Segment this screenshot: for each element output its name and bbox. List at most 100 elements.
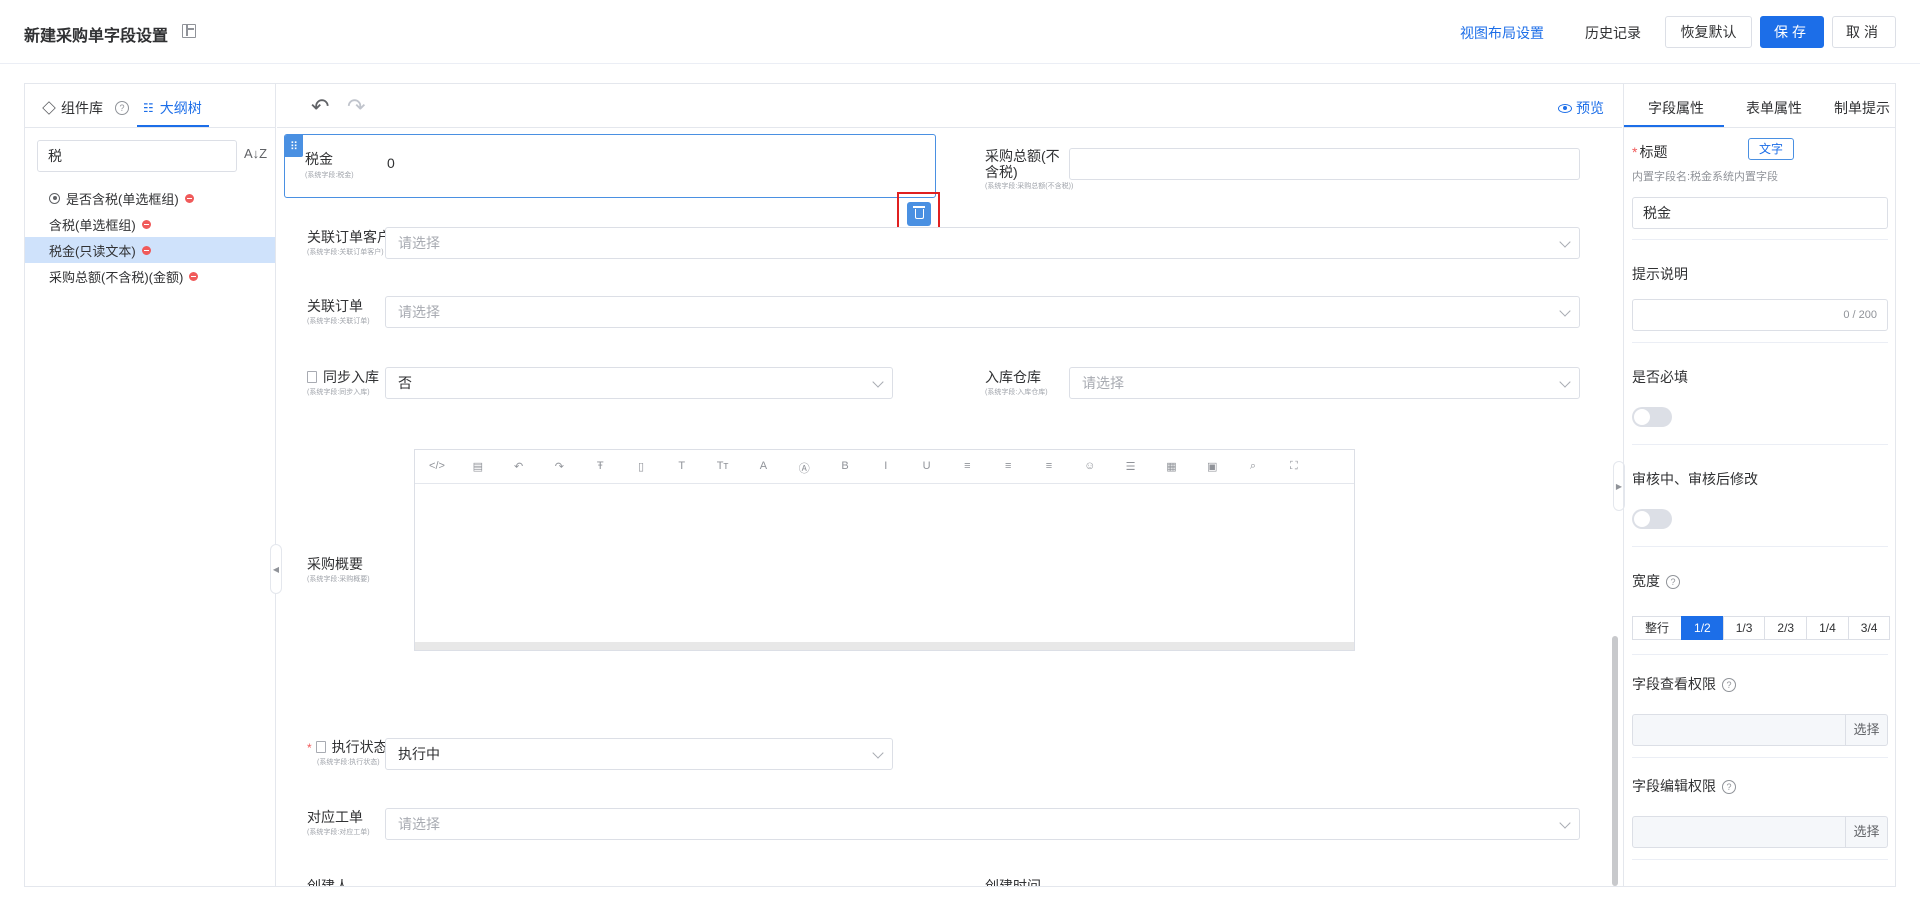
help-icon[interactable]: ?	[1666, 575, 1680, 589]
width-option-quarter[interactable]: 1/4	[1806, 616, 1849, 640]
editor-tool-icon[interactable]: ⛶	[1284, 460, 1304, 473]
sort-az-icon[interactable]: A↓Z	[244, 146, 267, 161]
tree-item-total-ex-tax[interactable]: 采购总额(不含税)(金额)	[25, 263, 275, 289]
width-option-full[interactable]: 整行	[1632, 616, 1683, 640]
related-order-label: 关联订单	[307, 298, 363, 314]
text-type-tag[interactable]: 文字	[1748, 138, 1795, 160]
page-title: 新建采购单字段设置	[24, 28, 169, 45]
view-perm-label-text: 字段查看权限	[1632, 676, 1716, 692]
editor-tool-icon[interactable]: Tт	[713, 460, 733, 472]
remove-icon[interactable]	[141, 219, 151, 229]
editor-tool-icon[interactable]: I	[876, 460, 896, 472]
sync-stock-label: 同步入库	[307, 369, 379, 385]
editor-tool-icon[interactable]: ▯	[631, 460, 651, 473]
editor-tool-icon[interactable]: ☺	[1080, 460, 1100, 472]
redo-icon[interactable]: ↷	[347, 94, 365, 120]
save-button[interactable]: 保存	[1760, 16, 1824, 48]
editor-tool-icon[interactable]: A	[753, 460, 773, 472]
exec-status-label-text: 执行状态	[331, 739, 388, 755]
tree-item-tax-included[interactable]: 含税(单选框组)	[25, 211, 275, 237]
tab-field-props[interactable]: 字段属性	[1648, 98, 1704, 118]
outline-search-input[interactable]: 税	[37, 140, 237, 172]
placeholder: 请选择	[398, 235, 440, 251]
divider	[1632, 757, 1888, 758]
radio-group-icon	[49, 192, 60, 204]
view-perm-input[interactable]: 选择	[1632, 714, 1888, 746]
tree-item-include-tax-radio[interactable]: 是否含税(单选框组)	[25, 185, 275, 211]
remove-icon[interactable]	[184, 193, 194, 203]
divider	[1632, 859, 1888, 860]
remove-icon[interactable]	[189, 271, 199, 281]
canvas-scrollbar[interactable]	[1612, 636, 1618, 886]
editor-tool-icon[interactable]: Ŧ	[590, 460, 610, 472]
exec-status-select[interactable]: 执行中	[385, 738, 893, 770]
preview-button[interactable]: 预览	[1558, 98, 1604, 118]
width-option-three-quarters[interactable]: 3/4	[1847, 616, 1891, 640]
total-ex-tax-input[interactable]	[1069, 148, 1580, 180]
created-time-label: 创建时间	[985, 878, 1041, 886]
remove-icon[interactable]	[141, 245, 151, 255]
tab-components[interactable]: 组件库 ?	[42, 98, 129, 118]
related-customer-sub: (系统字段:关联订单客户)	[307, 249, 384, 256]
editor-tool-icon[interactable]: B	[835, 460, 855, 472]
help-icon[interactable]: ?	[1722, 678, 1736, 692]
help-icon[interactable]: ?	[1722, 780, 1736, 794]
edit-perm-label-text: 字段编辑权限	[1632, 778, 1716, 794]
editor-tool-icon[interactable]: ▤	[468, 460, 488, 473]
tab-outline[interactable]: ☷ 大纲树	[143, 98, 202, 118]
editor-tool-icon[interactable]: ▣	[1202, 460, 1222, 473]
sync-stock-select[interactable]: 否	[385, 367, 893, 399]
editor-scrollbar[interactable]	[415, 642, 1354, 650]
properties-tabs: 字段属性 表单属性 制单提示	[1624, 84, 1895, 128]
layout-icon[interactable]	[182, 24, 196, 38]
editor-tool-icon[interactable]: ▦	[1161, 460, 1181, 473]
tab-form-hints[interactable]: 制单提示	[1834, 98, 1890, 118]
tree-item-tax-amount[interactable]: 税金(只读文本)	[25, 237, 275, 263]
width-option-two-thirds[interactable]: 2/3	[1764, 616, 1808, 640]
review-edit-switch[interactable]	[1632, 509, 1672, 529]
width-option-half[interactable]: 1/2	[1681, 616, 1724, 640]
editor-tool-icon[interactable]: ☰	[1121, 460, 1141, 473]
width-option-third[interactable]: 1/3	[1722, 616, 1766, 640]
related-customer-select[interactable]: 请选择	[385, 227, 1580, 259]
left-tabs: 组件库 ? ☷ 大纲树	[25, 84, 275, 128]
editor-tool-icon[interactable]: U	[917, 460, 937, 472]
editor-tool-icon[interactable]: </>	[427, 460, 447, 472]
related-order-select[interactable]: 请选择	[385, 296, 1580, 328]
editor-tool-icon[interactable]: Ⓐ	[794, 460, 814, 476]
help-icon[interactable]: ?	[115, 101, 129, 115]
work-order-select[interactable]: 请选择	[385, 808, 1580, 840]
edit-perm-choose-button[interactable]: 选择	[1845, 817, 1887, 847]
selected-field-card[interactable]: ⠿ 税金 (系统字段:税金) 0	[284, 134, 936, 198]
review-edit-label: 审核中、审核后修改	[1632, 471, 1758, 487]
hint-input[interactable]: 0 / 200	[1632, 299, 1888, 331]
title-input[interactable]: 税金	[1632, 197, 1888, 229]
tab-form-props[interactable]: 表单属性	[1746, 98, 1802, 118]
rich-text-editor[interactable]: </> ▤ ↶ ↷ Ŧ ▯ T Tт A Ⓐ B I U ≡ ≡ ≡ ☺ ☰ ▦ ▣ ⌕ ⛶	[414, 449, 1355, 651]
delete-field-button[interactable]	[907, 202, 931, 226]
history-button[interactable]: 历史记录	[1585, 23, 1641, 43]
editor-tool-icon[interactable]: ↷	[549, 460, 569, 473]
edit-perm-input[interactable]: 选择	[1632, 816, 1888, 848]
canvas-toolbar: ↶ ↷ 预览	[277, 84, 1622, 128]
editor-tool-icon[interactable]: ⌕	[1243, 460, 1263, 473]
view-layout-link[interactable]: 视图布局设置	[1460, 23, 1544, 43]
restore-default-button[interactable]: 恢复默认	[1665, 16, 1752, 48]
warehouse-select[interactable]: 请选择	[1069, 367, 1580, 399]
width-segmented-control: 整行 1/2 1/3 2/3 1/4 3/4	[1632, 616, 1891, 640]
document-icon	[307, 371, 317, 383]
required-switch[interactable]	[1632, 407, 1672, 427]
drag-handle-icon[interactable]: ⠿	[285, 135, 303, 157]
related-customer-label: 关联订单客户	[307, 229, 391, 245]
warehouse-label: 入库仓库	[985, 369, 1041, 385]
editor-tool-icon[interactable]: ≡	[957, 460, 977, 472]
editor-tool-icon[interactable]: ≡	[1039, 460, 1059, 472]
cancel-button[interactable]: 取消	[1832, 16, 1896, 48]
editor-tool-icon[interactable]: T	[672, 460, 692, 472]
undo-icon[interactable]: ↶	[311, 94, 329, 120]
edit-perm-label: 字段编辑权限?	[1632, 776, 1736, 796]
view-perm-choose-button[interactable]: 选择	[1845, 715, 1887, 745]
editor-tool-icon[interactable]: ↶	[509, 460, 529, 473]
form-canvas: ↶ ↷ 预览 ⠿ 税金 (系统字段:税金) 0 采购总额(不含税) (系统字段:…	[277, 84, 1625, 886]
editor-tool-icon[interactable]: ≡	[998, 460, 1018, 472]
